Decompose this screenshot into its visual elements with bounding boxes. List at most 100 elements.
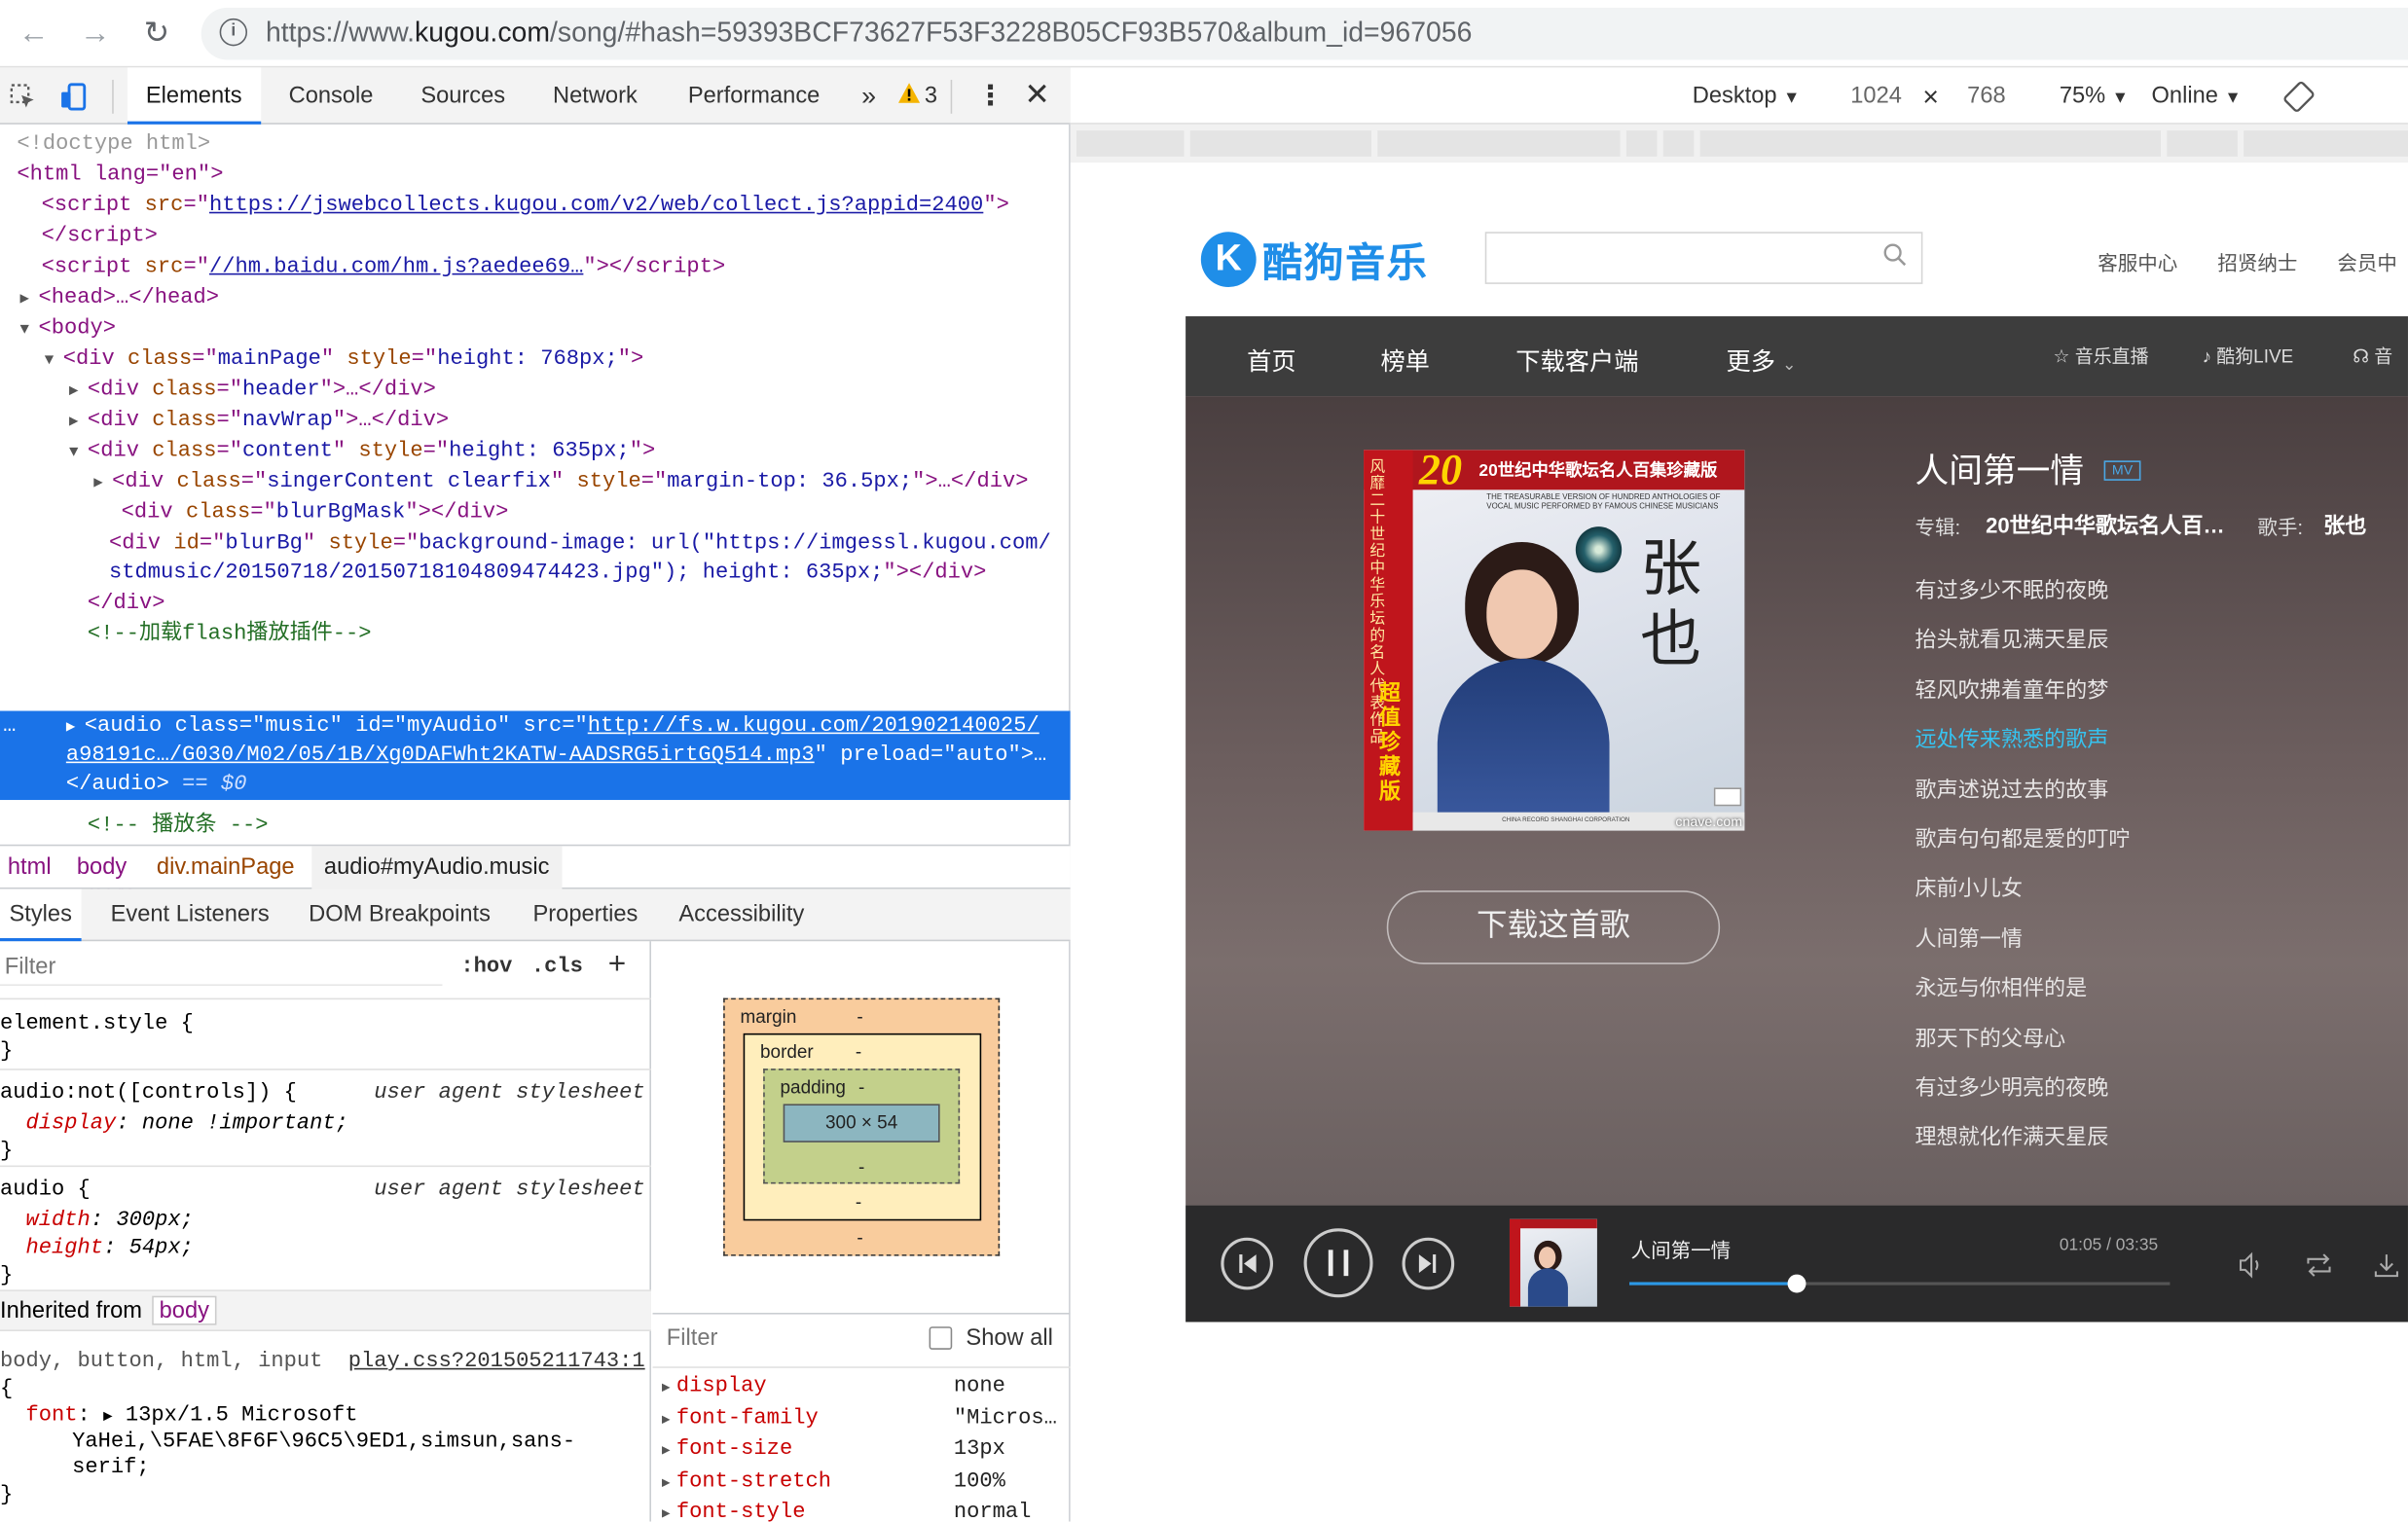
dom-blurbgmask-node[interactable]: <div class="blurBgMask"></div> [122,497,509,528]
media-query-ruler[interactable] [1070,124,2408,163]
tab-performance[interactable]: Performance [688,67,820,124]
border-top-value[interactable]: - [856,1041,861,1063]
dom-comment-player[interactable]: <!-- 播放条 --> [88,811,269,842]
dom-content-close[interactable]: </div> [88,588,165,619]
dom-content-node[interactable]: ▼ <div class="content" style="height: 635… [69,436,655,467]
dom-blurbg-node[interactable]: <div id="blurBg" style="background-image… [109,528,1051,560]
repeat-icon[interactable] [2304,1251,2335,1279]
content-box[interactable]: 300 × 54 [783,1104,940,1142]
margin-top-value[interactable]: - [857,1005,862,1027]
next-track-button[interactable] [1402,1237,1455,1290]
height-decl[interactable]: height: 54px; [0,1235,651,1262]
volume-icon[interactable] [2238,1251,2265,1279]
tab-elements[interactable]: Elements [127,67,261,125]
dom-selected-audio-node[interactable]: … ▶ <audio class="music" id="myAudio" src… [0,710,1071,801]
hov-button[interactable]: :hov [460,955,512,979]
kugou-search-input[interactable] [1484,232,1923,284]
dom-script-node[interactable]: <script src="https://jswebcollects.kugou… [42,191,1009,222]
info-icon[interactable]: i [219,18,248,47]
prev-track-button[interactable] [1221,1237,1273,1290]
dom-navwrap-node[interactable]: ▶ <div class="navWrap">…</div> [69,406,449,437]
nav-kugou-live[interactable]: ♪ 酷狗LIVE [2203,343,2294,369]
back-icon[interactable]: ← [17,17,51,51]
expand-icon[interactable]: ▶ [662,1412,671,1428]
nav-home[interactable]: 首页 [1247,341,1296,378]
subtab-dom-breakpoints[interactable]: DOM Breakpoints [309,889,491,942]
subtab-styles[interactable]: Styles [0,888,82,942]
device-select[interactable]: Desktop ▼ [1693,83,1801,109]
nav-audio[interactable]: ☊ 音 [2353,343,2392,369]
crumb-body[interactable]: body [69,846,134,888]
padding-top-value[interactable]: - [858,1076,864,1098]
download-song-button[interactable]: 下载这首歌 [1386,890,1721,964]
crumb-html[interactable]: html [0,846,58,888]
audio-src-link-2[interactable]: a98191c…/G030/M02/05/1B/Xg0DAFWht2KATW-A… [66,743,815,768]
nav-charts[interactable]: 榜单 [1380,341,1430,378]
tab-network[interactable]: Network [553,67,638,124]
expand-icon[interactable]: ▶ [662,1443,671,1459]
forward-icon[interactable]: → [78,17,112,51]
styles-filter-input[interactable]: Filter [0,949,443,986]
url-text[interactable]: https://www.kugou.com/song/#hash=59393BC… [266,17,1472,49]
expand-icon[interactable]: ▶ [662,1380,671,1395]
dom-singercontent-node[interactable]: ▶ <div class="singerContent clearfix" sty… [93,467,1028,498]
zoom-select[interactable]: 75% ▼ [2060,83,2129,109]
subtab-properties[interactable]: Properties [532,889,638,942]
nav-live-stream[interactable]: ☆ 音乐直播 [2054,343,2149,369]
ruler-segment[interactable] [1076,130,1185,157]
ellipsis-icon[interactable]: … [3,711,16,743]
progress-track[interactable] [1629,1274,2171,1293]
nav-more[interactable]: 更多 ⌄ [1726,341,1796,378]
rule3-source-link[interactable]: play.css?201505211743:1 [348,1348,645,1375]
crumb-mainpage[interactable]: div.mainPage [149,846,302,888]
inherited-tag[interactable]: body [151,1295,217,1325]
nav-download-client[interactable]: 下载客户端 [1515,341,1638,378]
subtab-event-listeners[interactable]: Event Listeners [111,889,270,942]
new-rule-icon[interactable]: + [608,948,626,983]
rule2-selector[interactable]: audio { [0,1178,91,1202]
element-style-selector[interactable]: element.style { [0,1010,651,1037]
device-toggle-icon[interactable] [58,82,90,113]
width-decl[interactable]: width: 300px; [0,1207,651,1234]
show-all-checkbox[interactable] [929,1326,953,1350]
album-name[interactable]: 20世纪中华歌坛名人百… [1986,510,2224,541]
download-icon[interactable] [2373,1251,2400,1279]
kugou-logo-icon[interactable]: K [1200,232,1257,288]
ruler-segment[interactable] [1625,130,1658,157]
dom-doctype[interactable]: <!doctype html> [17,129,210,161]
dom-header-node[interactable]: ▶ <div class="header">…</div> [69,375,436,406]
dom-body-node[interactable]: ▼ <body> [20,313,116,344]
border-bottom-value[interactable]: - [856,1191,861,1213]
warning-icon[interactable] [896,82,921,106]
ruler-segment[interactable] [2244,130,2408,157]
dom-script-node[interactable]: <script src="//hm.baidu.com/hm.js?aedee6… [42,252,726,283]
rule1-selector[interactable]: audio:not([controls]) { [0,1081,297,1105]
reload-icon[interactable]: ↻ [140,17,174,51]
computed-row[interactable]: ▶ font-size 13px [662,1437,1068,1468]
ruler-segment[interactable] [1377,130,1621,157]
kugou-logo-text[interactable]: 酷狗音乐 [1262,232,1428,288]
progress-handle[interactable] [1787,1274,1806,1293]
dom-blurbg-cont[interactable]: stdmusic/20150718/20150718104809474423.j… [109,558,986,589]
margin-bottom-value[interactable]: - [857,1227,862,1249]
ruler-segment[interactable] [1189,130,1371,157]
player-thumbnail[interactable] [1509,1218,1597,1307]
expand-icon[interactable]: ▶ [662,1474,671,1490]
singer-name[interactable]: 张也 [2323,510,2366,541]
dom-script-close[interactable]: </script> [42,221,158,252]
header-link-vip[interactable]: 会员中 [2337,247,2397,276]
dom-comment-flash[interactable]: <!--加载flash播放插件--> [88,619,372,650]
script-src-link[interactable]: //hm.baidu.com/hm.js?aedee69… [209,255,583,279]
computed-row[interactable]: ▶ font-stretch 100% [662,1468,1068,1500]
rule1-decl[interactable]: display: none !important; [0,1110,651,1138]
rule3-selector[interactable]: body, button, html, input [0,1350,322,1374]
kebab-menu-icon[interactable]: ⋮ [976,67,1003,124]
header-link-jobs[interactable]: 招贤纳士 [2217,247,2297,276]
album-cover[interactable]: 20 20世纪中华歌坛名人百集珍藏版 THE TREASURABLE VERSI… [1364,450,1745,831]
computed-row[interactable]: ▶ font-style normal [662,1501,1068,1522]
ruler-segment[interactable] [2167,130,2238,157]
ruler-segment[interactable] [1699,130,2161,157]
dom-head-node[interactable]: ▶ <head>…</head> [20,282,220,313]
dom-html-open[interactable]: <html lang="en"> [17,160,223,191]
inspect-icon[interactable] [9,83,36,110]
